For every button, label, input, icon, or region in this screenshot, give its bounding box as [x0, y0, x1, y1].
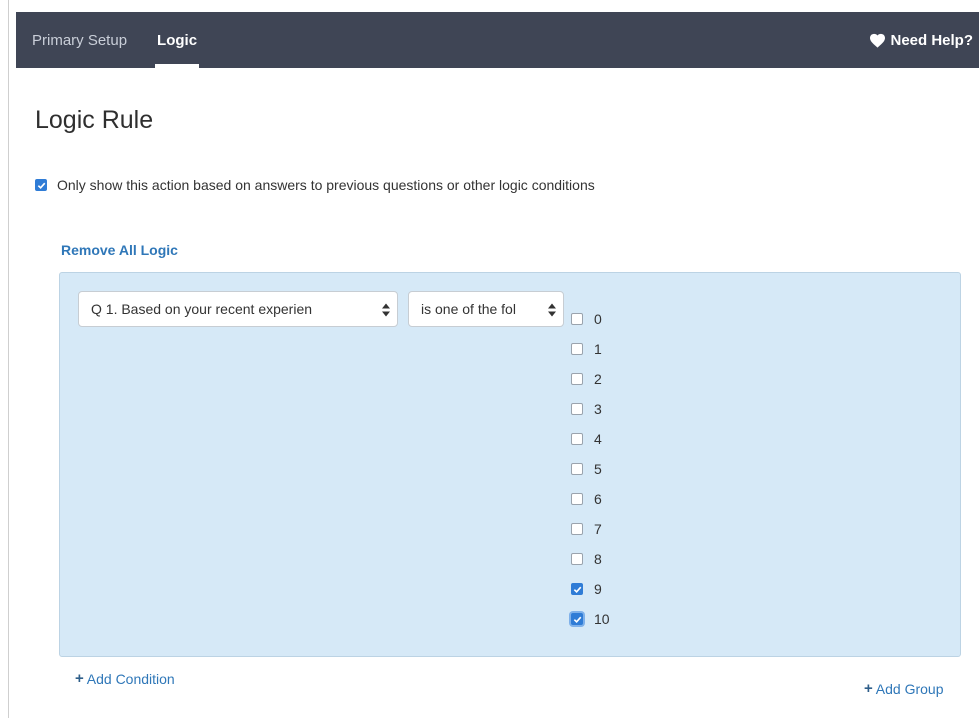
- logic-condition-group: Q 1. Based on your recent experien is on…: [59, 272, 961, 657]
- option-checkbox[interactable]: [571, 613, 583, 625]
- need-help-button[interactable]: Need Help?: [869, 12, 973, 68]
- need-help-label: Need Help?: [890, 31, 973, 49]
- tab-logic[interactable]: Logic: [155, 12, 200, 68]
- plus-icon: +: [75, 670, 84, 687]
- only-show-label: Only show this action based on answers t…: [57, 177, 595, 193]
- remove-all-logic-link[interactable]: Remove All Logic: [61, 242, 178, 258]
- left-divider: [8, 0, 9, 718]
- list-item[interactable]: 0: [571, 304, 610, 334]
- tab-primary-setup-label: Primary Setup: [32, 31, 128, 49]
- plus-icon: +: [864, 680, 873, 697]
- option-label: 2: [594, 371, 602, 387]
- add-group-label: Add Group: [875, 680, 944, 697]
- option-checkbox[interactable]: [571, 523, 583, 535]
- option-checkbox[interactable]: [571, 433, 583, 445]
- list-item[interactable]: 5: [571, 454, 610, 484]
- option-label: 4: [594, 431, 602, 447]
- answer-options-list: 0 1 2 3 4 5 6 7 8 9 10: [571, 304, 610, 634]
- option-label: 0: [594, 311, 602, 327]
- list-item[interactable]: 4: [571, 424, 610, 454]
- list-item[interactable]: 7: [571, 514, 610, 544]
- option-checkbox[interactable]: [571, 493, 583, 505]
- select-arrows-icon: [548, 303, 556, 317]
- active-tab-indicator: [155, 64, 200, 68]
- page-title: Logic Rule: [35, 106, 154, 134]
- add-group-button[interactable]: + Add Group: [864, 680, 943, 697]
- checkmark-icon: [573, 586, 581, 593]
- only-show-toggle[interactable]: Only show this action based on answers t…: [35, 177, 595, 193]
- option-label: 9: [594, 581, 602, 597]
- list-item[interactable]: 8: [571, 544, 610, 574]
- list-item[interactable]: 6: [571, 484, 610, 514]
- list-item[interactable]: 3: [571, 394, 610, 424]
- option-label: 10: [594, 611, 610, 627]
- option-checkbox[interactable]: [571, 313, 583, 325]
- option-label: 8: [594, 551, 602, 567]
- operator-select[interactable]: is one of the fol: [408, 291, 564, 327]
- tab-logic-label: Logic: [157, 31, 198, 49]
- option-checkbox[interactable]: [571, 403, 583, 415]
- option-label: 3: [594, 401, 602, 417]
- select-arrows-icon: [382, 303, 390, 317]
- list-item[interactable]: 10: [571, 604, 610, 634]
- checkmark-icon: [573, 616, 581, 623]
- question-select-value: Q 1. Based on your recent experien: [91, 301, 313, 317]
- option-label: 7: [594, 521, 602, 537]
- option-label: 1: [594, 341, 602, 357]
- only-show-checkbox[interactable]: [35, 179, 47, 191]
- option-checkbox[interactable]: [571, 373, 583, 385]
- option-checkbox[interactable]: [571, 343, 583, 355]
- add-condition-label: Add Condition: [86, 670, 175, 687]
- checkmark-icon: [37, 182, 45, 189]
- list-item[interactable]: 9: [571, 574, 610, 604]
- add-condition-button[interactable]: + Add Condition: [75, 670, 175, 687]
- heart-icon: [870, 33, 886, 48]
- option-checkbox[interactable]: [571, 583, 583, 595]
- option-checkbox[interactable]: [571, 553, 583, 565]
- option-checkbox[interactable]: [571, 463, 583, 475]
- list-item[interactable]: 2: [571, 364, 610, 394]
- option-label: 6: [594, 491, 602, 507]
- top-nav-bar: Primary Setup Logic Need Help?: [16, 12, 979, 68]
- tab-primary-setup[interactable]: Primary Setup: [32, 12, 127, 68]
- list-item[interactable]: 1: [571, 334, 610, 364]
- operator-select-value: is one of the fol: [421, 301, 516, 317]
- question-select[interactable]: Q 1. Based on your recent experien: [78, 291, 398, 327]
- option-label: 5: [594, 461, 602, 477]
